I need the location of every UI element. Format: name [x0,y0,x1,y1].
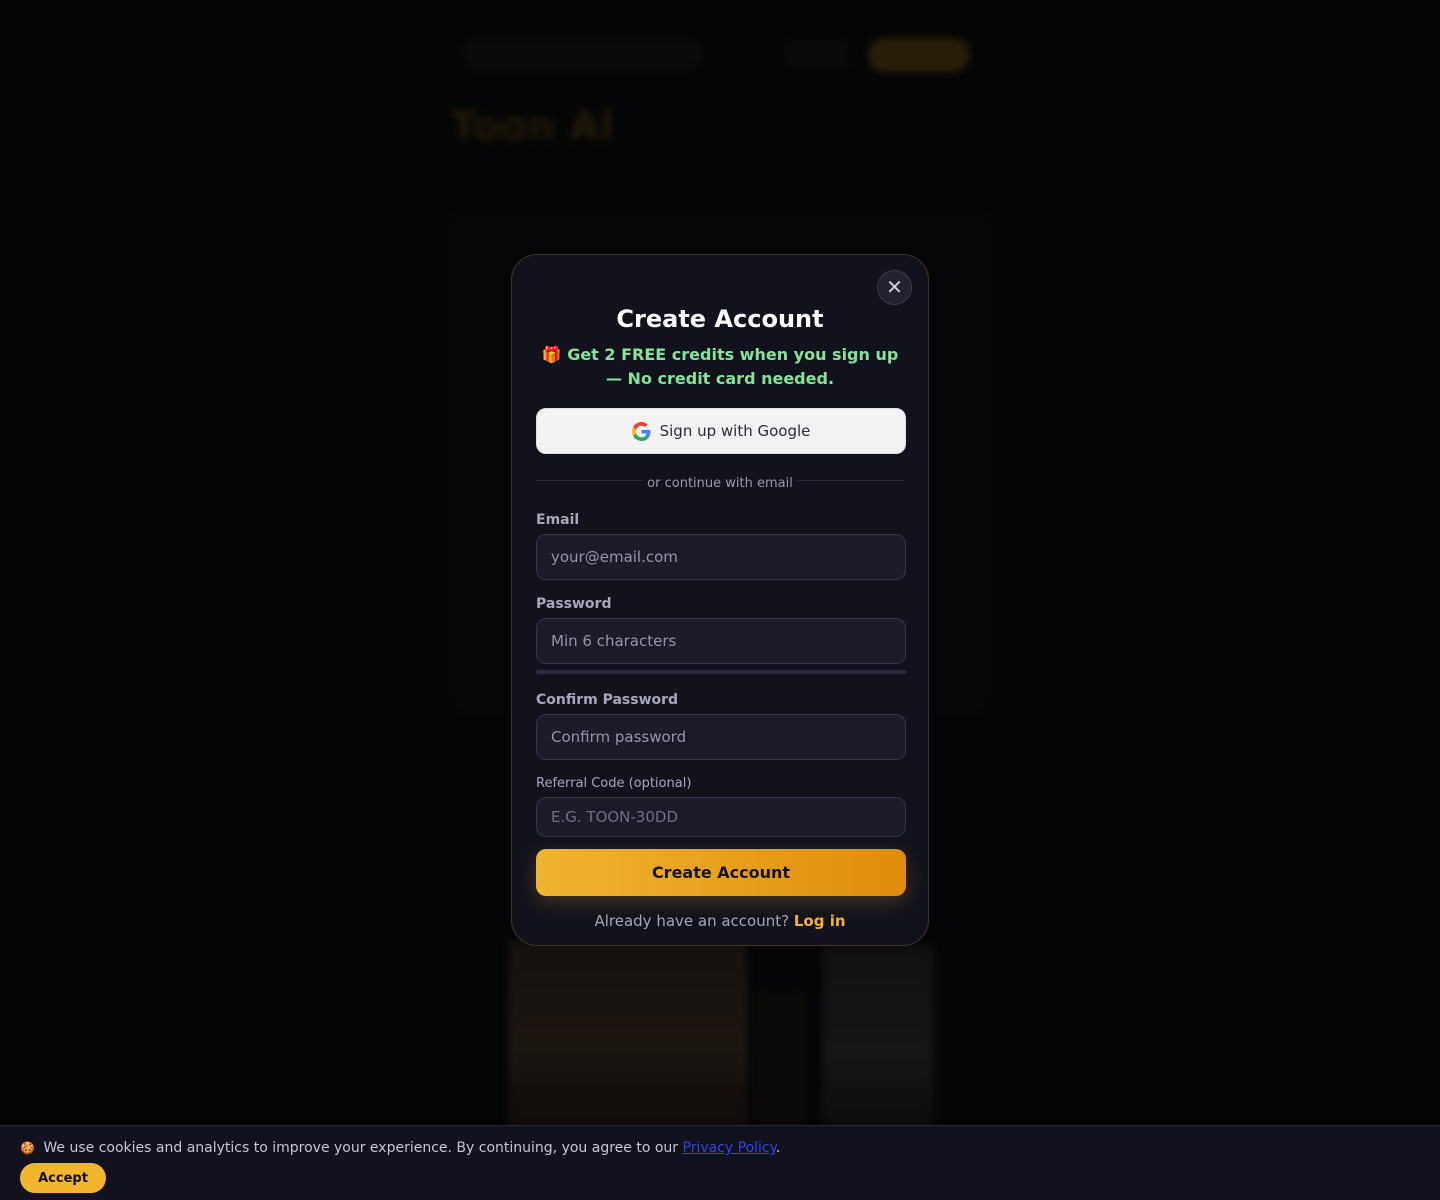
cookie-icon: 🍪 [20,1141,35,1155]
cookie-banner: 🍪 We use cookies and analytics to improv… [0,1125,1440,1200]
google-icon [631,421,651,441]
email-label: Email [536,512,580,528]
close-icon[interactable]: ✕ [877,270,912,305]
create-account-button[interactable]: Create Account [536,849,906,896]
email-field[interactable] [536,534,906,580]
password-field[interactable] [536,618,906,664]
login-prompt-text: Already have an account? [594,912,790,930]
accept-cookies-button[interactable]: Accept [20,1163,106,1193]
cookie-trailing: . [775,1140,781,1156]
privacy-policy-link[interactable]: Privacy Policy [683,1140,776,1156]
promo-message: 🎁 Get 2 FREE credits when you sign up — … [536,343,904,391]
password-label: Password [536,596,612,612]
password-group: Password [536,596,906,674]
modal-title: Create Account [616,305,824,333]
divider-text: or continue with email [643,476,797,491]
confirm-password-group: Confirm Password [536,692,906,760]
login-link[interactable]: Log in [794,912,846,930]
password-strength-bar [536,670,906,674]
google-signup-button[interactable]: Sign up with Google [536,408,906,454]
referral-group: Referral Code (optional) [536,776,906,837]
confirm-password-label: Confirm Password [536,692,679,708]
google-button-label: Sign up with Google [659,422,811,440]
referral-code-field[interactable] [536,797,906,837]
divider: or continue with email [536,472,904,491]
cookie-text: We use cookies and analytics to improve … [43,1140,679,1156]
promo-text: Get 2 FREE credits when you sign up — No… [567,345,899,388]
email-group: Email [536,512,906,580]
gift-icon: 🎁 [541,345,562,364]
referral-label: Referral Code (optional) [536,776,692,791]
cookie-message: 🍪 We use cookies and analytics to improv… [20,1140,1420,1156]
login-prompt: Already have an account? Log in [536,912,904,930]
signup-modal: ✕ Create Account 🎁 Get 2 FREE credits wh… [511,254,929,946]
confirm-password-field[interactable] [536,714,906,760]
